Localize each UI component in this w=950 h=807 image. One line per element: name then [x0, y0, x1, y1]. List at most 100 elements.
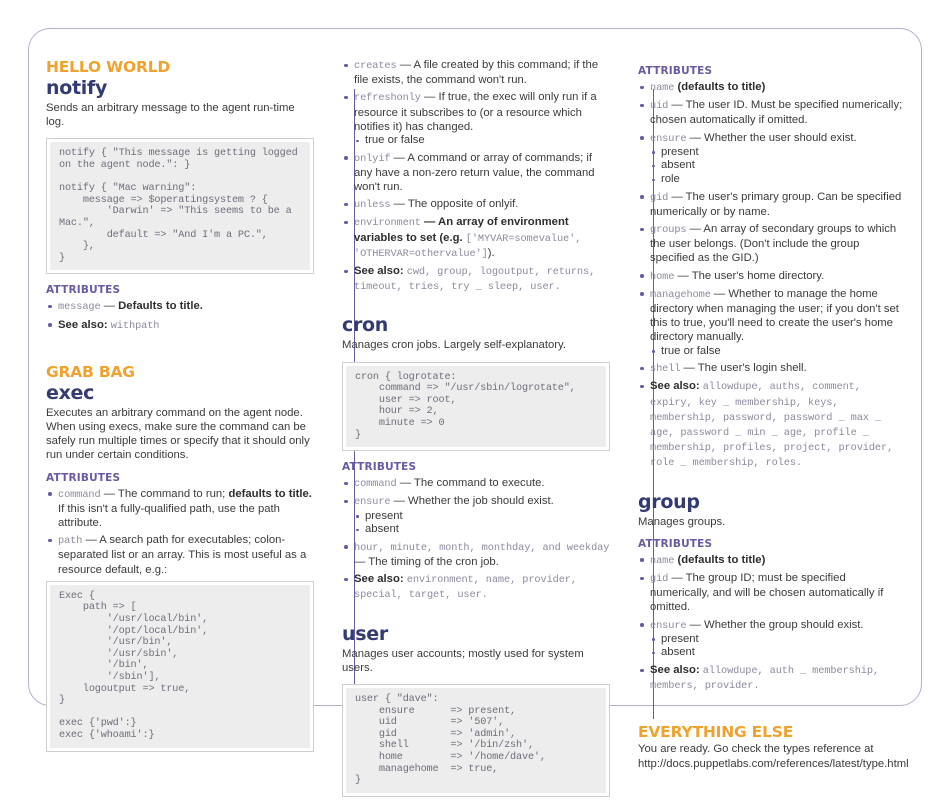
list-item: absent	[354, 523, 610, 537]
see-also-code: allowdupe, auths, comment, expiry, key _…	[650, 381, 894, 470]
group-attributes-heading: ATTRIBUTES	[638, 537, 713, 550]
list-item: gid — The user's primary group. Can be s…	[638, 190, 906, 219]
attr-text: — The opposite of onlyif.	[390, 198, 519, 211]
list-item: present	[650, 146, 906, 160]
list-item: absent	[650, 646, 906, 660]
attr-code-name: name	[650, 554, 675, 567]
column-left: HELLO WORLD notify Sends an arbitrary me…	[46, 58, 314, 762]
attr-code-command: command	[354, 478, 397, 491]
attr-code-gid: gid	[650, 573, 669, 586]
attr-code-environment: environment	[354, 217, 421, 230]
see-also-label: See also:	[354, 573, 404, 586]
attr-text: — The timing of the cron job.	[354, 556, 499, 568]
attr-text: — A command or array of commands; if any…	[354, 151, 595, 194]
cron-attribute-list: command — The command to execute. ensure…	[342, 476, 610, 602]
attr-text: — Whether the job should exist.	[390, 495, 554, 508]
exec-attribute-list-continued: creates — A file created by this command…	[342, 58, 610, 294]
attr-text: —	[100, 300, 119, 313]
see-also-label: See also:	[650, 664, 700, 677]
attr-code-refreshonly: refreshonly	[354, 92, 421, 105]
cron-description: Manages cron jobs. Largely self-explanat…	[342, 339, 566, 352]
list-item: managehome — Whether to manage the home …	[638, 287, 906, 358]
attr-bold: defaults to title.	[228, 487, 312, 500]
notify-attribute-list: message — Defaults to title. See also: w…	[46, 299, 314, 332]
attr-code-ensure: ensure	[354, 496, 391, 509]
attr-code-name: name	[650, 82, 675, 94]
type-heading-exec: exec	[46, 381, 95, 404]
attr-code-unless: unless	[354, 199, 391, 212]
list-item: command — The command to run; defaults t…	[46, 487, 314, 531]
attr-code-uid: uid	[650, 100, 669, 113]
list-item: shell — The user's login shell.	[638, 361, 906, 376]
attr-text: — Whether the user should exist.	[686, 131, 857, 144]
see-also-label: See also:	[354, 265, 404, 278]
exec-description: Executes an arbitrary command on the age…	[46, 406, 310, 462]
attr-text: — An array of secondary groups to which …	[650, 223, 897, 265]
group-attribute-list: name (defaults to title) gid — The group…	[638, 553, 906, 694]
list-item: present	[354, 510, 610, 524]
notify-attributes-heading: ATTRIBUTES	[46, 284, 121, 297]
attr-text: — The user's home directory.	[674, 269, 825, 282]
section-heading-grab-bag: GRAB BAG	[46, 362, 135, 381]
notify-description: Sends an arbitrary message to the agent …	[46, 102, 295, 129]
attr-code-ensure: ensure	[650, 132, 687, 145]
attr-code-groups: groups	[650, 224, 687, 236]
cron-code-block: cron { logrotate: command => "/usr/sbin/…	[342, 361, 610, 452]
list-item: true or false	[354, 134, 610, 148]
attr-code-timing: hour, minute, month, monthday, and weekd…	[354, 541, 610, 554]
exec-code-text: Exec { path => [ '/usr/local/bin', '/opt…	[59, 590, 209, 741]
type-heading-group: group	[638, 490, 700, 513]
exec-attributes-heading: ATTRIBUTES	[46, 471, 121, 484]
notify-code-block: notify { "This message is getting logged…	[46, 138, 314, 275]
list-item: onlyif — A command or array of commands;…	[342, 151, 610, 195]
attr-bold: (defaults to title)	[674, 81, 766, 93]
attr-code-command: command	[58, 488, 101, 501]
see-also-label: See also:	[58, 318, 108, 331]
everything-else-url: http://docs.puppetlabs.com/references/la…	[638, 757, 909, 770]
group-description: Manages groups.	[638, 515, 726, 528]
attr-text: — A search path for executables; colon-s…	[58, 534, 307, 576]
see-also-code: withpath	[110, 319, 160, 332]
list-item: absent	[650, 159, 906, 173]
user-code-block: user { "dave": ensure => present, uid =>…	[342, 684, 610, 797]
list-item: ensure — Whether the job should exist. p…	[342, 494, 610, 536]
list-item: ensure — Whether the user should exist. …	[638, 131, 906, 187]
attr-text: — The command to execute.	[396, 477, 545, 490]
list-item: groups — An array of secondary groups to…	[638, 222, 906, 266]
attr-text: — The group ID; must be specified numeri…	[650, 572, 884, 614]
attr-code-ensure: ensure	[650, 619, 687, 632]
attr-code-creates: creates	[354, 60, 397, 72]
list-item: gid — The group ID; must be specified nu…	[638, 571, 906, 615]
list-item: refreshonly — If true, the exec will onl…	[342, 90, 610, 147]
see-also-label: See also:	[650, 380, 700, 393]
sub-value-list: present absent	[650, 633, 906, 660]
list-item: role	[650, 173, 906, 187]
exec-attribute-list: command — The command to run; defaults t…	[46, 487, 314, 577]
list-item: See also: allowdupe, auth _ membership, …	[638, 663, 906, 693]
attr-bold: Defaults to title.	[118, 300, 203, 313]
type-heading-cron: cron	[342, 314, 389, 337]
list-item: path — A search path for executables; co…	[46, 533, 314, 577]
list-item: hour, minute, month, monthday, and weekd…	[342, 540, 610, 569]
column-middle: creates — A file created by this command…	[314, 58, 610, 807]
type-heading-user: user	[342, 622, 388, 645]
user-description: Manages user accounts; mostly used for s…	[342, 647, 584, 674]
column-right: ATTRIBUTES name (defaults to title) uid …	[610, 58, 909, 771]
user-code-text: user { "dave": ensure => present, uid =>…	[355, 694, 546, 787]
list-item: true or false	[650, 345, 906, 359]
type-heading-notify: notify	[46, 77, 108, 99]
list-item: ensure — Whether the group should exist.…	[638, 618, 906, 660]
section-heading-hello-world: HELLO WORLD	[46, 58, 171, 76]
list-item: uid — The user ID. Must be specified num…	[638, 98, 906, 127]
exec-code-block: Exec { path => [ '/usr/local/bin', '/opt…	[46, 580, 314, 752]
list-item: creates — A file created by this command…	[342, 58, 610, 87]
attr-text: — The command to run;	[100, 487, 229, 500]
attr-code-home: home	[650, 270, 675, 283]
section-heading-everything-else: EVERYTHING ELSE	[638, 723, 794, 742]
cron-code-text: cron { logrotate: command => "/usr/sbin/…	[355, 371, 576, 441]
sub-value-list: true or false	[354, 134, 610, 148]
sub-value-list: true or false	[650, 345, 906, 359]
list-item: name (defaults to title)	[638, 80, 906, 95]
list-item: unless — The opposite of onlyif.	[342, 197, 610, 212]
content-columns: HELLO WORLD notify Sends an arbitrary me…	[46, 58, 926, 807]
